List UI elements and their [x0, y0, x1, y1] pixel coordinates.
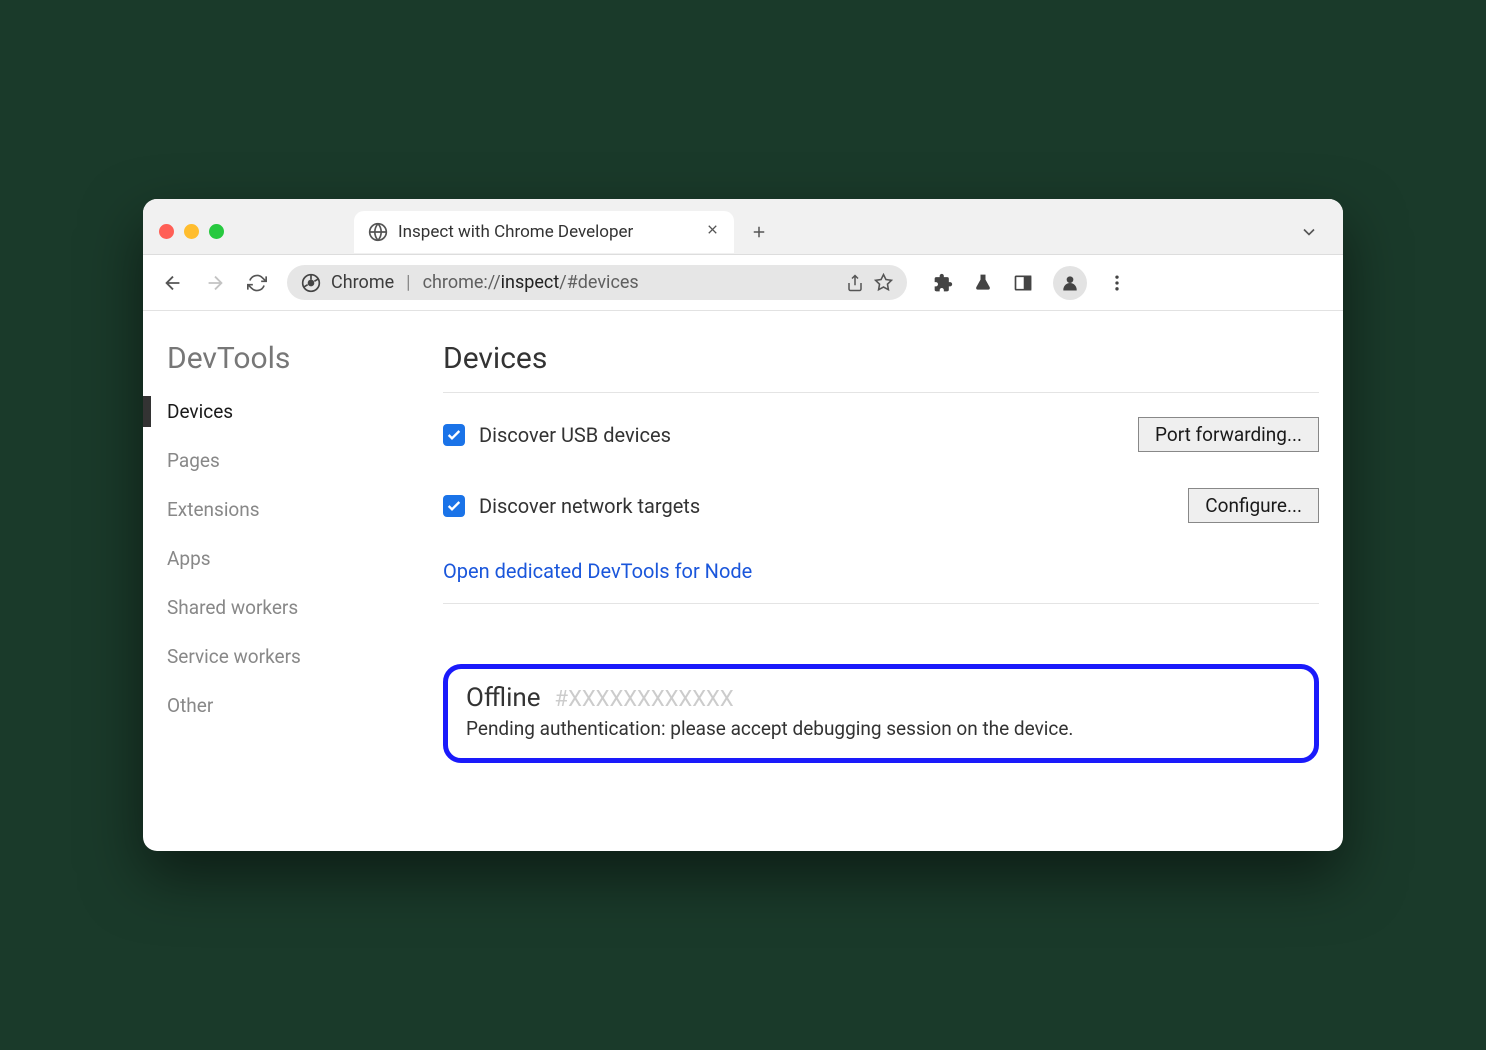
sidebar-item-service-workers[interactable]: Service workers — [167, 645, 403, 668]
browser-tab[interactable]: Inspect with Chrome Developer — [354, 211, 734, 253]
url-separator: | — [406, 272, 410, 293]
open-node-devtools-link[interactable]: Open dedicated DevTools for Node — [443, 559, 1319, 604]
bookmark-star-icon[interactable] — [874, 273, 893, 292]
chrome-icon — [301, 273, 321, 293]
close-tab-icon[interactable] — [705, 222, 720, 241]
close-window-button[interactable] — [159, 224, 174, 239]
discover-network-label: Discover network targets — [479, 494, 700, 518]
tab-title: Inspect with Chrome Developer — [398, 222, 695, 242]
sidebar-item-extensions[interactable]: Extensions — [167, 498, 403, 521]
discover-usb-label: Discover USB devices — [479, 423, 671, 447]
extensions-icon[interactable] — [933, 273, 953, 293]
side-panel-icon[interactable] — [1013, 273, 1033, 293]
sidebar-item-other[interactable]: Other — [167, 694, 403, 717]
labs-icon[interactable] — [973, 273, 993, 293]
sidebar-item-shared-workers[interactable]: Shared workers — [167, 596, 403, 619]
url-scheme-label: Chrome — [331, 272, 394, 293]
device-status: Offline — [466, 683, 541, 713]
browser-window: Inspect with Chrome Developer Chrome — [143, 199, 1343, 851]
tab-strip: Inspect with Chrome Developer — [143, 199, 1343, 255]
device-header: Offline #XXXXXXXXXXXX — [466, 683, 1296, 713]
url-text: chrome://inspect/#devices — [423, 272, 639, 293]
discover-network-checkbox[interactable] — [443, 495, 465, 517]
back-button[interactable] — [161, 272, 185, 294]
toolbar: Chrome | chrome://inspect/#devices — [143, 255, 1343, 311]
device-box: Offline #XXXXXXXXXXXX Pending authentica… — [443, 664, 1319, 763]
device-id: #XXXXXXXXXXXX — [555, 687, 734, 712]
window-controls — [159, 224, 224, 239]
discover-usb-row: Discover USB devices Port forwarding... — [443, 417, 1319, 452]
sidebar-item-apps[interactable]: Apps — [167, 547, 403, 570]
minimize-window-button[interactable] — [184, 224, 199, 239]
device-message: Pending authentication: please accept de… — [466, 717, 1296, 740]
profile-button[interactable] — [1053, 266, 1087, 300]
new-tab-button[interactable] — [750, 223, 768, 241]
globe-icon — [368, 222, 388, 242]
menu-icon[interactable] — [1107, 273, 1127, 293]
maximize-window-button[interactable] — [209, 224, 224, 239]
reload-button[interactable] — [245, 273, 269, 293]
discover-usb-checkbox[interactable] — [443, 424, 465, 446]
sidebar: DevTools Devices Pages Extensions Apps S… — [143, 341, 403, 791]
sidebar-item-pages[interactable]: Pages — [167, 449, 403, 472]
discover-network-row: Discover network targets Configure... — [443, 488, 1319, 523]
main-panel: Devices Discover USB devices Port forwar… — [403, 341, 1343, 791]
forward-button[interactable] — [203, 272, 227, 294]
share-icon[interactable] — [846, 274, 864, 292]
configure-button[interactable]: Configure... — [1188, 488, 1319, 523]
url-bar[interactable]: Chrome | chrome://inspect/#devices — [287, 265, 907, 300]
tab-list-button[interactable] — [1299, 222, 1319, 242]
page-content: DevTools Devices Pages Extensions Apps S… — [143, 311, 1343, 851]
main-heading: Devices — [443, 341, 1319, 393]
toolbar-actions — [933, 266, 1127, 300]
port-forwarding-button[interactable]: Port forwarding... — [1138, 417, 1319, 452]
sidebar-item-devices[interactable]: Devices — [167, 400, 403, 423]
sidebar-title: DevTools — [167, 341, 403, 376]
